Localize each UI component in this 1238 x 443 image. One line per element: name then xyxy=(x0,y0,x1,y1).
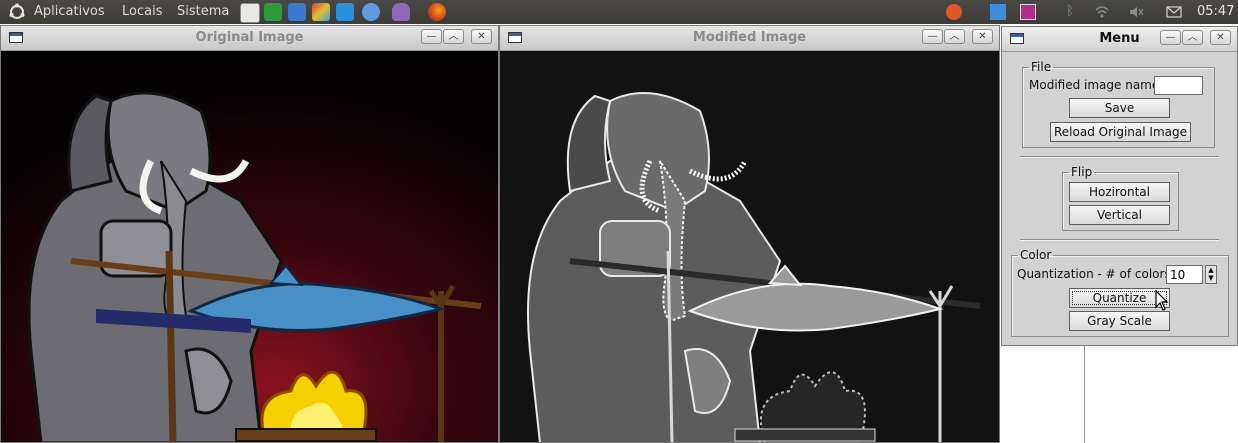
original-elephant-image xyxy=(1,51,498,442)
paint-icon[interactable] xyxy=(312,3,330,21)
original-image-canvas xyxy=(1,51,498,442)
close-button[interactable]: ✕ xyxy=(1210,30,1231,45)
modified-elephant-image xyxy=(500,51,999,442)
maximize-button[interactable]: ︿ xyxy=(944,29,965,44)
minimize-button[interactable]: — xyxy=(1160,30,1181,45)
minimize-button[interactable]: — xyxy=(421,29,442,44)
image-name-input[interactable] xyxy=(1154,76,1203,95)
chromium-icon[interactable] xyxy=(362,3,380,21)
image-name-label: Modified image name: xyxy=(1029,78,1164,92)
flip-vertical-button[interactable]: Vertical xyxy=(1069,205,1170,225)
modified-image-canvas xyxy=(500,51,999,442)
dropbox-tray-icon[interactable] xyxy=(990,4,1006,20)
original-image-window: Original Image — ︿ ✕ xyxy=(0,25,499,443)
color-legend: Color xyxy=(1020,248,1052,262)
modified-image-window: Modified Image — ︿ ✕ xyxy=(499,25,1000,443)
menu-window: Menu — ︿ ✕ File Modified image name: Sav… xyxy=(1001,26,1238,346)
menu-locais[interactable]: Locais xyxy=(122,0,162,24)
dropbox-icon[interactable] xyxy=(336,3,354,21)
text-editor-icon[interactable] xyxy=(240,3,260,23)
volume-icon[interactable] xyxy=(1128,4,1144,20)
document-icon[interactable] xyxy=(288,3,306,21)
bluetooth-icon[interactable]: ᛒ xyxy=(1062,4,1078,20)
menu-sistema[interactable]: Sistema xyxy=(177,0,229,24)
wifi-icon[interactable] xyxy=(1094,4,1110,20)
reload-original-button[interactable]: Reload Original Image xyxy=(1050,122,1191,142)
menu-aplicativos[interactable]: Aplicativos xyxy=(34,0,105,24)
pidgin-icon[interactable] xyxy=(392,3,410,21)
modified-titlebar[interactable]: Modified Image — ︿ ✕ xyxy=(500,26,999,51)
maximize-button[interactable]: ︿ xyxy=(1182,30,1203,45)
flip-horizontal-button[interactable]: Hozirontal xyxy=(1069,182,1170,202)
indicator-icon[interactable] xyxy=(1020,4,1036,20)
firefox-icon[interactable] xyxy=(428,3,446,21)
clock[interactable]: 05:47 xyxy=(1197,0,1234,24)
background-window xyxy=(1000,345,1238,443)
maximize-button[interactable]: ︿ xyxy=(443,29,464,44)
colors-spin-button[interactable]: ▲ ▼ xyxy=(1205,265,1217,284)
mail-icon[interactable] xyxy=(1166,4,1182,20)
ubuntu-logo-icon[interactable] xyxy=(8,0,26,24)
save-button[interactable]: Save xyxy=(1069,98,1170,118)
close-button[interactable]: ✕ xyxy=(471,29,492,44)
divider xyxy=(1084,345,1085,443)
file-legend: File xyxy=(1031,60,1052,74)
gray-scale-button[interactable]: Gray Scale xyxy=(1069,311,1170,331)
original-titlebar[interactable]: Original Image — ︿ ✕ xyxy=(1,26,498,51)
flip-legend: Flip xyxy=(1071,165,1093,179)
quantization-label: Quantization - # of colors: xyxy=(1017,267,1175,281)
ubuntu-one-icon[interactable] xyxy=(946,4,962,20)
separator xyxy=(1020,239,1219,241)
spreadsheet-icon[interactable] xyxy=(264,3,282,21)
separator xyxy=(1020,156,1219,158)
mouse-cursor-icon xyxy=(1155,290,1169,311)
menu-titlebar[interactable]: Menu — ︿ ✕ xyxy=(1002,27,1237,52)
colors-count-input[interactable] xyxy=(1166,265,1203,284)
close-button[interactable]: ✕ xyxy=(972,29,993,44)
minimize-button[interactable]: — xyxy=(922,29,943,44)
top-panel: Aplicativos Locais Sistema ᛒ 05:47 xyxy=(0,0,1238,24)
